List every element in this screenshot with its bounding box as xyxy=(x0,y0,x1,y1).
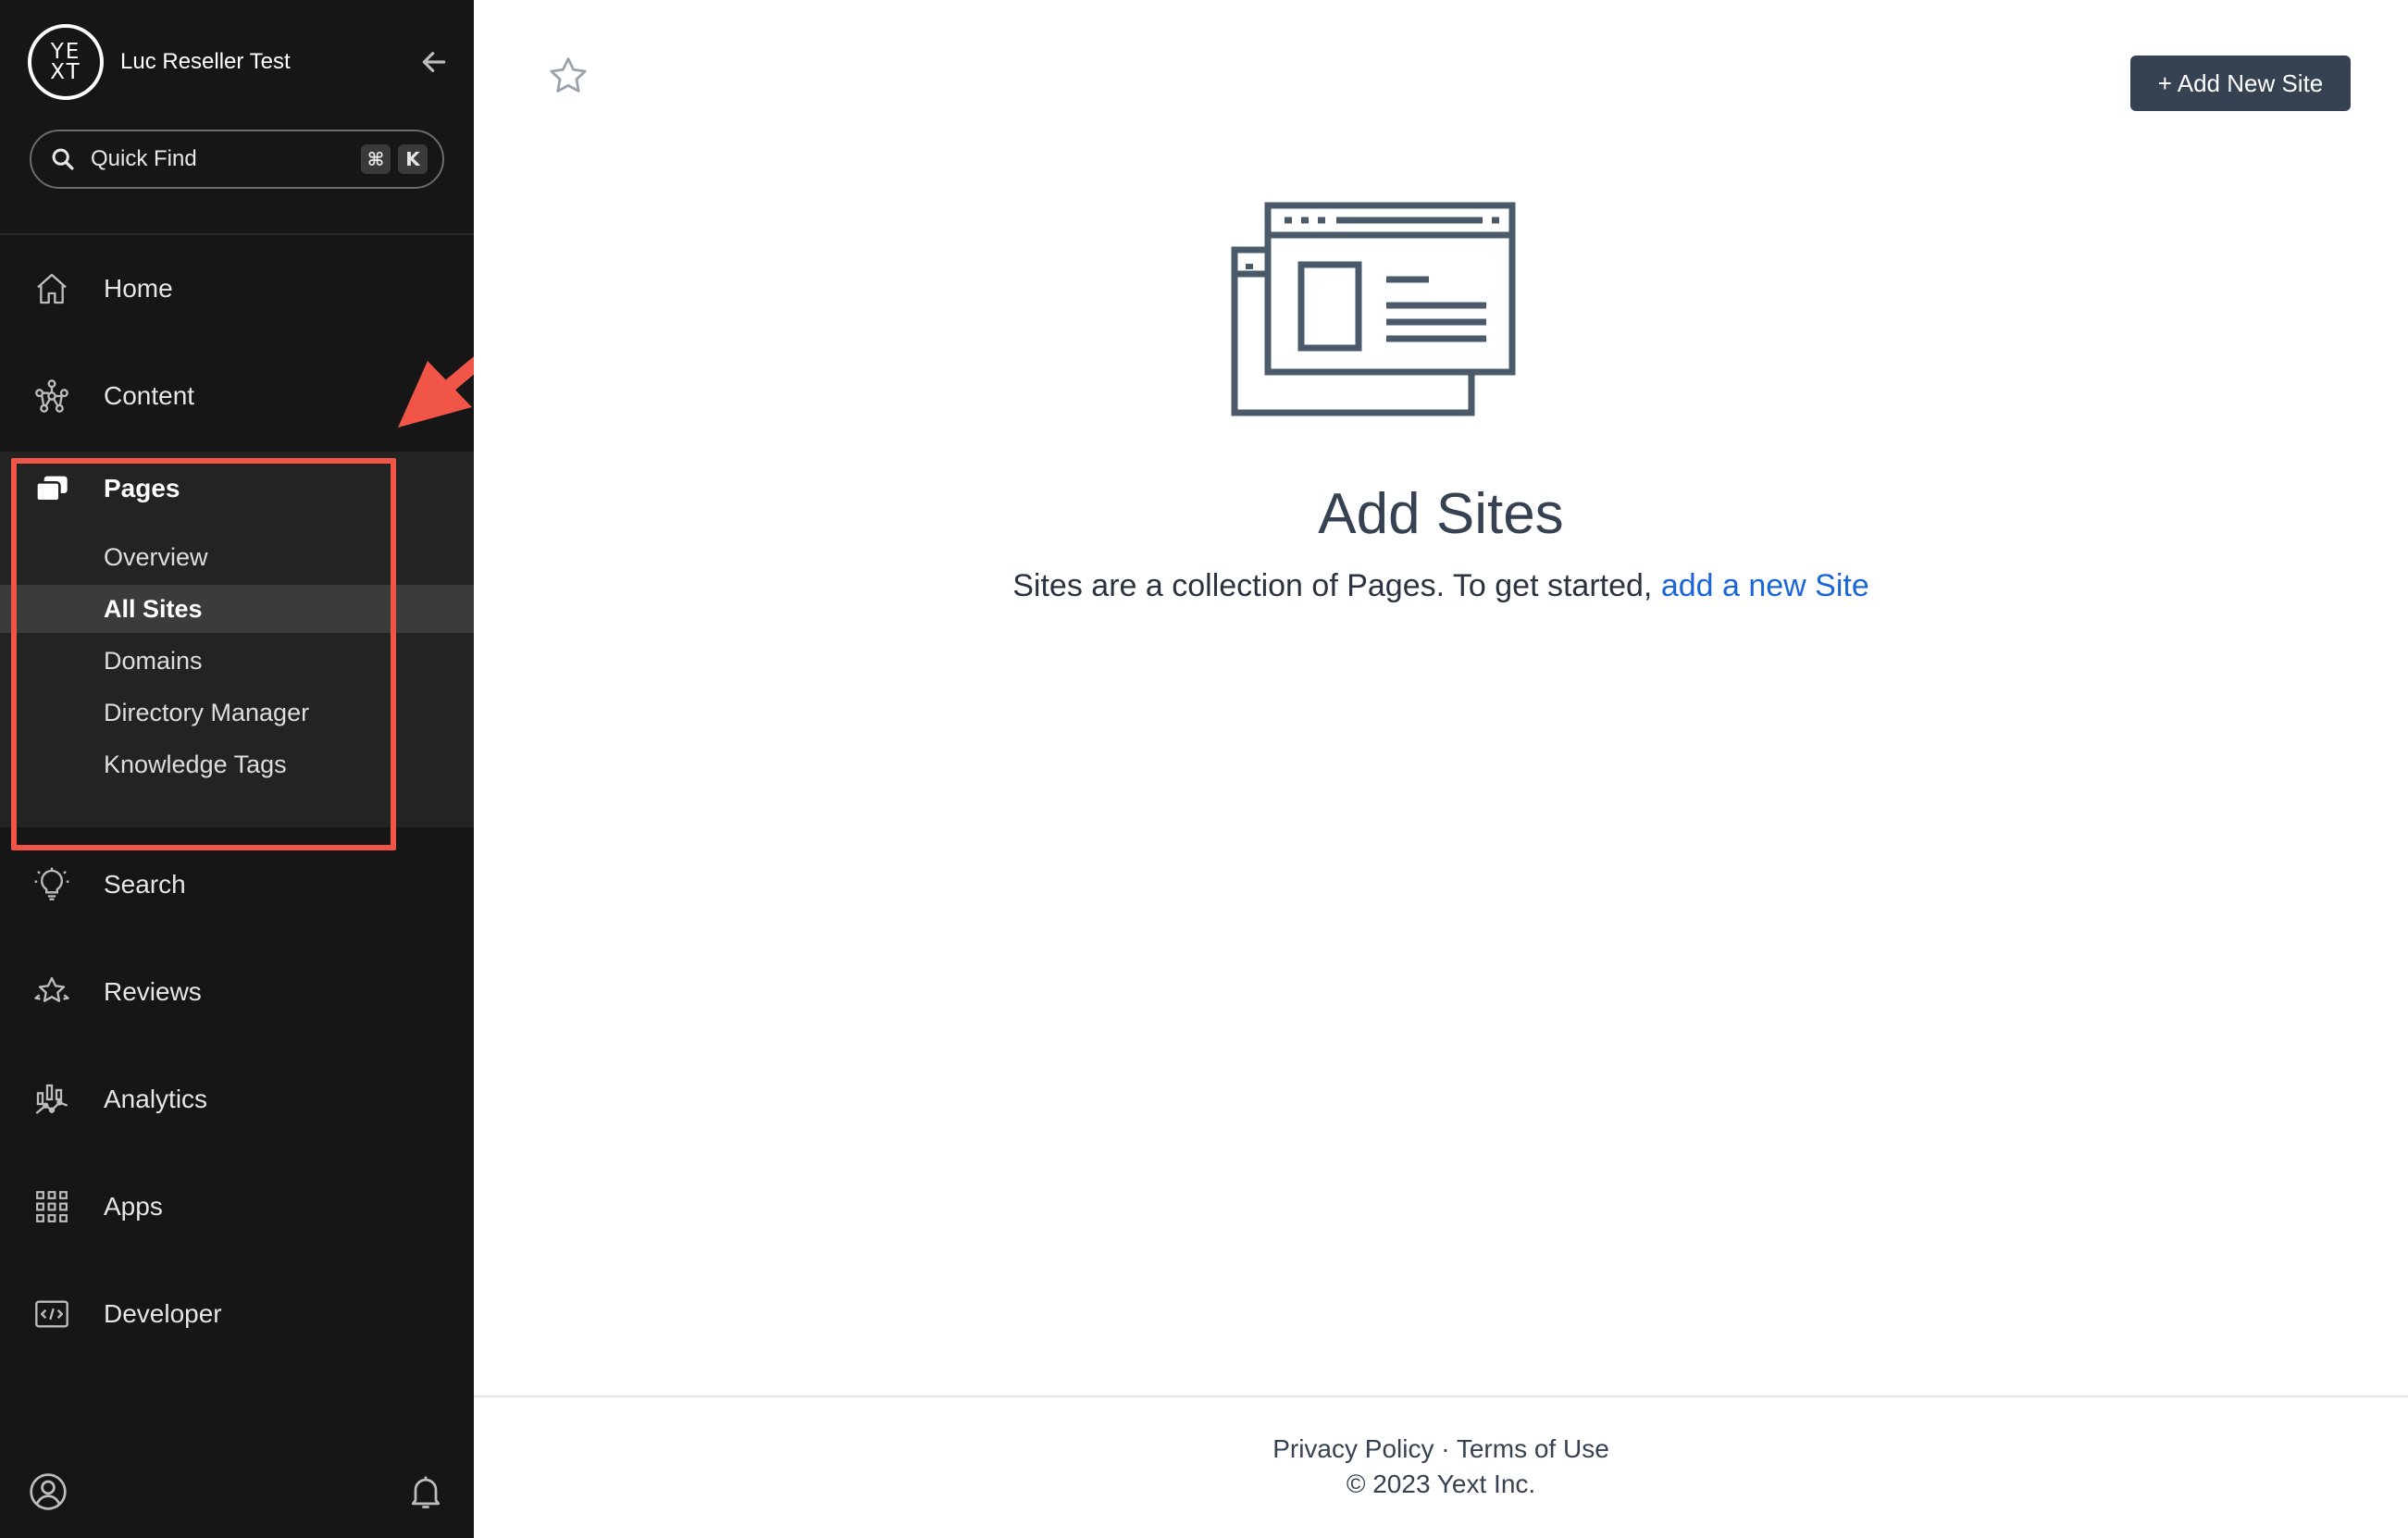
footer-links: Privacy Policy · Terms of Use xyxy=(474,1434,2408,1464)
user-avatar-icon[interactable] xyxy=(28,1471,68,1512)
reviews-stars-icon xyxy=(31,972,72,1012)
sidebar-divider xyxy=(0,233,474,235)
nav-label-reviews: Reviews xyxy=(104,977,202,1006)
search-icon xyxy=(52,148,74,170)
nav-item-apps[interactable]: Apps xyxy=(0,1170,474,1244)
terms-of-use-link[interactable]: Terms of Use xyxy=(1457,1434,1609,1463)
footer-separator: · xyxy=(1434,1434,1457,1463)
nav-item-pages[interactable]: Pages xyxy=(0,452,474,526)
favorite-star-icon[interactable] xyxy=(546,54,590,98)
lightbulb-icon xyxy=(31,864,72,905)
arrow-left-icon xyxy=(422,52,446,72)
home-icon xyxy=(31,268,72,309)
footer-divider xyxy=(474,1395,2408,1397)
submenu-item-overview[interactable]: Overview xyxy=(0,533,474,581)
submenu-label: Overview xyxy=(104,542,208,571)
nav-label-pages: Pages xyxy=(104,474,180,502)
websites-illustration-icon xyxy=(1231,202,1516,416)
submenu-label: Knowledge Tags xyxy=(104,750,287,778)
copyright-text: © 2023 Yext Inc. xyxy=(1346,1470,1536,1498)
nav-item-home[interactable]: Home xyxy=(0,252,474,326)
nav-item-search[interactable]: Search xyxy=(0,848,474,922)
privacy-policy-link[interactable]: Privacy Policy xyxy=(1272,1434,1434,1463)
nav-item-developer[interactable]: Developer xyxy=(0,1277,474,1351)
nav-label-analytics: Analytics xyxy=(104,1085,208,1113)
nav-item-content[interactable]: Content xyxy=(0,359,474,433)
add-new-site-link[interactable]: add a new Site xyxy=(1661,568,1869,603)
submenu-item-knowledge-tags[interactable]: Knowledge Tags xyxy=(0,740,474,788)
account-name[interactable]: Luc Reseller Test xyxy=(120,49,291,75)
nav-label-search: Search xyxy=(104,870,186,899)
submenu-label: All Sites xyxy=(104,594,203,623)
collapse-sidebar-button[interactable] xyxy=(415,43,453,81)
shortcut-key-k: K xyxy=(398,144,428,174)
submenu-item-directory-manager[interactable]: Directory Manager xyxy=(0,688,474,737)
submenu-label: Directory Manager xyxy=(104,698,310,726)
empty-state-title: Add Sites xyxy=(1318,482,1564,546)
sidebar: YE XT Luc Reseller Test Quick Find ⌘ K H… xyxy=(0,0,474,1538)
nav-label-developer: Developer xyxy=(104,1299,222,1328)
nav-item-analytics[interactable]: Analytics xyxy=(0,1062,474,1136)
logo-text: YE XT xyxy=(50,40,81,84)
empty-state-description: Sites are a collection of Pages. To get … xyxy=(474,568,2408,604)
nav-label-content: Content xyxy=(104,381,195,410)
shortcut-key-cmd: ⌘ xyxy=(361,144,391,174)
notifications-bell-icon[interactable] xyxy=(405,1471,446,1512)
pages-section: Pages Overview All Sites Domains Directo… xyxy=(0,452,474,827)
pages-icon xyxy=(31,468,72,509)
developer-code-icon xyxy=(31,1294,72,1334)
analytics-chart-icon xyxy=(31,1079,72,1120)
submenu-label: Domains xyxy=(104,646,203,675)
quick-find-input[interactable]: Quick Find ⌘ K xyxy=(30,130,444,189)
yext-logo[interactable]: YE XT xyxy=(28,24,104,100)
empty-state-text: Sites are a collection of Pages. To get … xyxy=(1012,568,1661,603)
add-new-site-button[interactable]: + Add New Site xyxy=(2130,56,2351,111)
quick-find-label: Quick Find xyxy=(91,146,197,171)
submenu-item-domains[interactable]: Domains xyxy=(0,637,474,685)
content-graph-icon xyxy=(31,376,72,416)
nav-label-home: Home xyxy=(104,274,173,303)
nav-label-apps: Apps xyxy=(104,1192,163,1221)
apps-grid-icon xyxy=(31,1186,72,1227)
main-content: + Add New Site Add Sites Sites are a col… xyxy=(474,0,2408,1538)
sidebar-footer xyxy=(0,1462,474,1518)
nav-item-reviews[interactable]: Reviews xyxy=(0,955,474,1029)
account-header: YE XT Luc Reseller Test xyxy=(28,24,453,100)
submenu-item-all-sites[interactable]: All Sites xyxy=(0,585,474,633)
